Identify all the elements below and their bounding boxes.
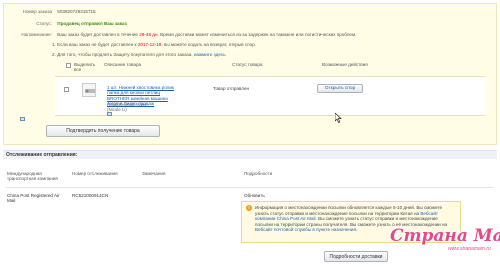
tracking-header-number: Номер отслеживания	[72, 171, 118, 176]
tracking-section-title: Отслеживание отправления:	[3, 150, 497, 159]
order-item-row: 1 шт. Нижней хвостовика ролик лапка для …	[55, 76, 485, 116]
notice-1-date: 2017-12-19	[137, 42, 162, 47]
items-table-header: Выделить все Описание товара Статус това…	[66, 60, 494, 72]
notice-item-2: 2. Для того, чтобы продлить Защиту покуп…	[52, 52, 226, 57]
confirm-receipt-button[interactable]: Подтвердить получение товара	[46, 125, 160, 137]
tracking-header-carrier: Международная транспортная компания	[7, 171, 58, 182]
destination-post-link[interactable]: Вебсайт почтовой службы в пункте назначе…	[255, 227, 356, 232]
tracking-header-notes: Замечания	[142, 171, 166, 176]
header-select-all: Выделить все	[74, 62, 96, 73]
info-text-1: Информация о местонахождении посылки обн…	[255, 205, 443, 216]
mouse-cursor-icon	[335, 113, 342, 123]
header-description: Описание товара	[104, 62, 142, 67]
warning-icon: !	[246, 205, 252, 211]
tracking-number: RC521000914CN	[72, 193, 109, 198]
product-seller: (Nicole Li)	[107, 107, 127, 113]
info-text-3: .	[356, 227, 358, 233]
status-value: Продавец отправил Ваш заказ	[57, 21, 127, 26]
watermark-url: www.stranamam.ru	[448, 246, 491, 252]
reminder-days: 29-48 дн.	[139, 32, 159, 37]
tracking-header-details: Подробности	[244, 171, 273, 176]
reminder-label: Напоминание:	[21, 32, 52, 37]
notice-2-text: 2. Для того, чтобы продлить Защиту покуп…	[52, 52, 193, 57]
notice-1-text2: , вы можете подать на возврат, открыв сп…	[161, 42, 257, 47]
order-number-row: Номер заказа 503820729315715	[12, 9, 96, 14]
item-status: Товар отправлен	[213, 86, 250, 91]
reminder-text-1: Ваш заказ будет доставлен в течение	[57, 32, 138, 37]
tracking-divider	[6, 187, 494, 188]
header-status: Статус товара	[232, 62, 263, 67]
note-icon	[20, 117, 25, 121]
extend-protection-link[interactable]: нажмите здесь	[194, 52, 226, 57]
message-icon[interactable]	[107, 112, 112, 116]
refresh-tracking-link[interactable]: Обновить	[244, 193, 265, 198]
select-all-checkbox[interactable]	[66, 63, 71, 68]
open-dispute-button[interactable]: Открыть спор	[317, 84, 363, 93]
order-number: 503820729315715	[57, 9, 96, 14]
notice-1-text: 1. Если ваш заказ не будет доставлен к	[52, 42, 137, 47]
delivery-details-button[interactable]: Подробности доставки	[324, 251, 388, 262]
product-thumbnail[interactable]	[82, 83, 96, 97]
header-actions: Возможные действия	[322, 62, 368, 67]
watermark-logo: Страна Мам	[390, 226, 500, 246]
status-label: Статус:	[36, 21, 52, 26]
order-number-label: Номер заказа	[22, 9, 52, 14]
reminder-row: Напоминание: Ваш заказ будет доставлен в…	[12, 32, 492, 37]
item-checkbox[interactable]	[64, 87, 69, 92]
reminder-text-2: Время доставки может измениться из-за за…	[160, 32, 357, 37]
tracking-carrier: China Post Registered Air Mail	[7, 193, 60, 204]
order-status-row: Статус: Продавец отправил Ваш заказ	[12, 21, 127, 26]
notice-item-1: 1. Если ваш заказ не будет доставлен к 2…	[52, 42, 256, 47]
product-meta: Подробности: silver (Nicole Li)	[107, 102, 147, 112]
